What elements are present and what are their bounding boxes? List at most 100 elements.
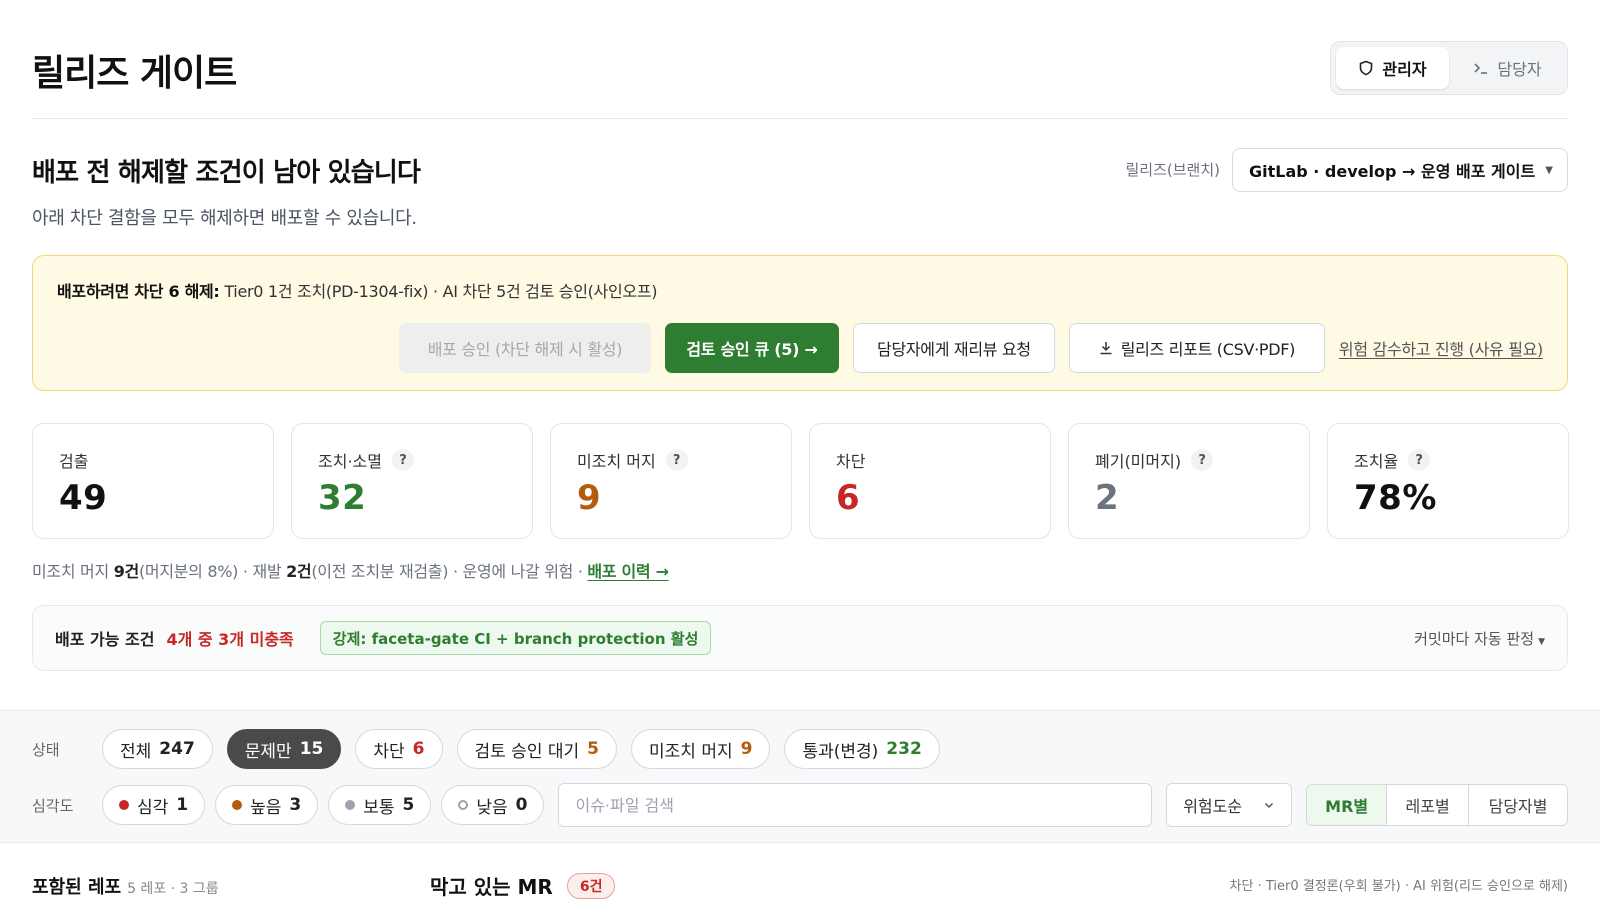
group-by-assignee[interactable]: 담당자별: [1469, 785, 1567, 825]
help-icon[interactable]: ?: [1408, 449, 1431, 471]
status-chip-passed[interactable]: 통과(변경) 232: [784, 729, 940, 769]
blocking-mr-heading: 막고 있는 MR 6건: [430, 871, 616, 900]
stat-value: 2: [1095, 478, 1120, 518]
stat-label: 미조치 머지: [577, 452, 656, 471]
chip-label: 통과(변경): [802, 741, 879, 762]
status-chip-blocked[interactable]: 차단 6: [355, 729, 443, 769]
chip-label: 심각: [136, 797, 169, 818]
conditions-count: 4개 중 3개 미충족: [166, 630, 294, 649]
download-icon: [1100, 342, 1112, 355]
chip-label: 낮음: [476, 797, 508, 818]
header-divider: [32, 118, 1568, 119]
chip-label: 전체: [120, 741, 152, 762]
blocker-legend: 차단 · Tier0 결정론(우회 불가) · AI 위험(리드 승인으로 해제…: [1229, 879, 1568, 894]
role-admin-label: 관리자: [1382, 60, 1427, 79]
gray-dot-icon: [345, 800, 356, 810]
status-headline: 배포 전 해제할 조건이 남아 있습니다: [32, 158, 421, 188]
group-by-mr[interactable]: MR별: [1307, 785, 1388, 825]
summary-count: 9건: [113, 562, 140, 581]
terminal-icon: [1474, 63, 1488, 74]
severity-filter-row: 심각도 심각 1 높음 3 보통 5 낮음 0 위험도순 MR별 레포별 담당자별: [32, 783, 1569, 827]
blocker-banner: 배포하려면 차단 6 해제: Tier0 1건 조치(PD-1304-fix) …: [32, 255, 1568, 391]
chip-count: 5: [402, 795, 415, 815]
severity-chip-medium[interactable]: 보통 5: [328, 785, 432, 825]
stat-value: 49: [59, 478, 108, 518]
help-icon[interactable]: ?: [665, 449, 688, 471]
severity-chip-critical[interactable]: 심각 1: [101, 785, 206, 825]
chip-label: 보통: [363, 797, 395, 818]
banner-title: 배포하려면 차단 6 해제:: [57, 282, 220, 301]
chip-count: 9: [740, 739, 753, 759]
stats-row: 검출 49 조치·소멸? 32 미조치 머지? 9 차단 6 폐기(미머지)? …: [32, 423, 1569, 539]
judgement-mode-label: 커밋마다 자동 판정: [1414, 629, 1535, 648]
banner-actions: 배포 승인 (차단 해제 시 활성) 검토 승인 큐 (5) → 담당자에게 재…: [398, 323, 1543, 373]
sort-select[interactable]: 위험도순: [1166, 783, 1293, 827]
status-chip-review-pending[interactable]: 검토 승인 대기 5: [456, 729, 617, 769]
banner-message: 배포하려면 차단 6 해제: Tier0 1건 조치(PD-1304-fix) …: [57, 278, 657, 302]
stat-label: 조치·소멸: [318, 452, 382, 471]
section-meta: 5 레포 · 3 그룹: [127, 881, 219, 897]
role-assignee-button[interactable]: 담당자: [1453, 47, 1562, 89]
status-chip-all[interactable]: 전체 247: [102, 729, 213, 769]
role-toggle: 관리자 담당자: [1330, 41, 1568, 95]
chip-count: 0: [515, 795, 528, 815]
status-chip-issues-only[interactable]: 문제만 15: [226, 729, 342, 769]
severity-chip-high[interactable]: 높음 3: [215, 785, 319, 825]
stat-card-detected: 검출 49: [32, 423, 274, 539]
issue-search-input[interactable]: [558, 783, 1153, 827]
summary-text: (머지분의 8%) · 재발: [138, 562, 287, 581]
help-icon[interactable]: ?: [1191, 449, 1214, 471]
chip-label: 높음: [250, 797, 282, 818]
chip-count: 3: [289, 795, 302, 815]
chip-count: 247: [159, 739, 195, 759]
stat-value: 6: [836, 478, 861, 518]
stat-value: 9: [577, 478, 602, 518]
summary-count: 2건: [286, 562, 312, 581]
chip-count: 6: [412, 739, 425, 759]
status-chip-unresolved-merged[interactable]: 미조치 머지 9: [631, 729, 771, 769]
stat-card-resolved: 조치·소멸? 32: [291, 423, 533, 539]
chip-label: 미조치 머지: [649, 741, 733, 762]
chip-label: 차단: [373, 741, 405, 762]
filter-bar: 상태 전체 247 문제만 15 차단 6 검토 승인 대기 5 미조치 머지 9 통과(…: [0, 710, 1600, 843]
stat-value: 78%: [1354, 478, 1437, 518]
group-by-toggle: MR별 레포별 담당자별: [1306, 784, 1569, 826]
stat-label: 차단: [836, 452, 866, 471]
deploy-conditions: 배포 가능 조건 4개 중 3개 미충족 강제: faceta-gate CI …: [32, 605, 1568, 671]
stat-label: 폐기(미머지): [1095, 452, 1182, 471]
status-filter-label: 상태: [32, 740, 60, 759]
results-section: 포함된 레포 5 레포 · 3 그룹 막고 있는 MR 6건 차단 · Tier0 …: [0, 843, 1600, 900]
enforcement-badge: 강제: faceta-gate CI + branch protection 활…: [319, 621, 712, 655]
section-title: 포함된 레포: [32, 877, 122, 898]
group-by-repo[interactable]: 레포별: [1387, 785, 1470, 825]
stat-value: 32: [318, 478, 367, 518]
release-report-button[interactable]: 릴리즈 리포트 (CSV·PDF): [1068, 323, 1325, 373]
section-title: 막고 있는 MR: [430, 875, 553, 899]
chip-count: 232: [886, 739, 922, 759]
summary-text: (이전 조치분 재검출) · 운영에 나갈 위험 ·: [311, 562, 588, 581]
request-rereview-button[interactable]: 담당자에게 재리뷰 요청: [852, 323, 1055, 373]
stat-card-fix-rate: 조치율? 78%: [1327, 423, 1569, 539]
release-report-label: 릴리즈 리포트 (CSV·PDF): [1120, 340, 1296, 359]
count-badge: 6건: [566, 872, 616, 899]
chevron-down-icon: [1265, 802, 1274, 809]
severity-filter-label: 심각도: [32, 796, 74, 815]
chip-label: 문제만: [244, 741, 292, 762]
banner-detail: Tier0 1건 조치(PD-1304-fix) · AI 차단 5건 검토 승…: [224, 282, 658, 301]
role-admin-button[interactable]: 관리자: [1336, 47, 1449, 89]
status-filter-row: 상태 전체 247 문제만 15 차단 6 검토 승인 대기 5 미조치 머지 9 통과(…: [32, 729, 1568, 769]
sort-value: 위험도순: [1183, 797, 1243, 816]
accept-risk-link[interactable]: 위험 감수하고 진행 (사유 필요): [1339, 336, 1543, 360]
review-queue-button[interactable]: 검토 승인 큐 (5) →: [664, 323, 839, 373]
summary-line: 미조치 머지 9건(머지분의 8%) · 재발 2건(이전 조치분 재검출) ·…: [32, 558, 669, 582]
help-icon[interactable]: ?: [391, 449, 414, 471]
branch-select[interactable]: GitLab · develop → 운영 배포 게이트 ▼: [1232, 148, 1568, 192]
conditions-title: 배포 가능 조건: [55, 630, 155, 649]
severity-chip-low[interactable]: 낮음 0: [441, 785, 545, 825]
chip-count: 1: [176, 795, 189, 815]
summary-text: 미조치 머지: [32, 562, 114, 581]
judgement-mode-select[interactable]: 커밋마다 자동 판정 ▼: [1414, 628, 1545, 649]
included-repos-heading: 포함된 레포 5 레포 · 3 그룹: [32, 873, 219, 899]
deploy-history-link[interactable]: 배포 이력 →: [587, 562, 669, 581]
deploy-approve-button[interactable]: 배포 승인 (차단 해제 시 활성): [398, 323, 651, 373]
